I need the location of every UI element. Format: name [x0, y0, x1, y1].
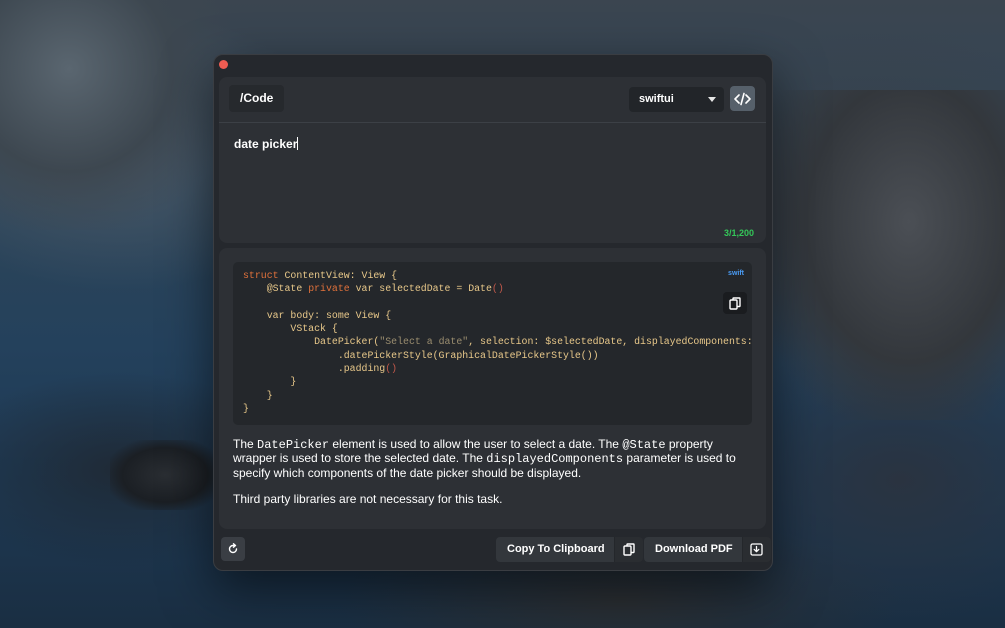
download-pdf-label: Download PDF — [644, 537, 742, 562]
language-select-value: swiftui — [639, 93, 674, 105]
code-language-label: swift — [728, 270, 744, 277]
download-pdf-button[interactable]: Download PDF — [644, 537, 771, 562]
prompt-panel: /Code swiftui date picker 3/1,200 — [219, 77, 766, 243]
char-counter: 3/1,200 — [723, 228, 754, 238]
explanation-text-run: element is used to allow the user to sel… — [329, 437, 623, 451]
copy-to-clipboard-label: Copy To Clipboard — [496, 537, 614, 562]
inline-code: DatePicker — [257, 438, 330, 452]
download-button-icon-area[interactable] — [741, 537, 771, 562]
explanation-text: The DatePicker element is used to allow … — [233, 437, 755, 520]
page-title: /Code — [229, 85, 285, 112]
download-icon — [750, 543, 763, 556]
desktop-wallpaper-rocks — [765, 90, 1005, 420]
prompt-input-text: date picker — [234, 137, 298, 151]
clipboard-icon — [729, 296, 741, 310]
chevron-down-icon — [708, 97, 716, 102]
refresh-icon — [228, 543, 238, 554]
explanation-paragraph: Third party libraries are not necessary … — [233, 492, 503, 507]
code-view-button[interactable] — [730, 86, 755, 111]
refresh-button[interactable] — [221, 537, 245, 561]
result-panel: struct ContentView: View { @State privat… — [219, 248, 766, 529]
panel-header: /Code swiftui — [219, 77, 766, 123]
language-select[interactable]: swiftui — [629, 87, 724, 112]
close-icon[interactable] — [219, 60, 228, 69]
explanation-text-run: The — [233, 437, 258, 451]
inline-code: displayedComponents — [486, 452, 624, 467]
code-content[interactable]: struct ContentView: View { @State privat… — [243, 269, 752, 415]
code-brackets-icon — [734, 92, 751, 105]
prompt-input[interactable]: date picker — [234, 137, 299, 151]
app-window: /Code swiftui date picker 3/1,200 struct… — [213, 54, 773, 571]
copy-code-button[interactable] — [723, 292, 747, 314]
code-block: struct ContentView: View { @State privat… — [233, 262, 752, 425]
text-cursor — [297, 137, 299, 150]
inline-code: @State — [622, 438, 666, 452]
desktop-wallpaper-shore — [110, 440, 220, 510]
copy-button-icon-area[interactable] — [613, 537, 643, 562]
desktop-wallpaper-cliff — [0, 0, 230, 230]
copy-to-clipboard-button[interactable]: Copy To Clipboard — [496, 537, 643, 562]
explanation-paragraph: The DatePicker element is used to allow … — [233, 437, 755, 480]
clipboard-icon — [622, 543, 635, 556]
